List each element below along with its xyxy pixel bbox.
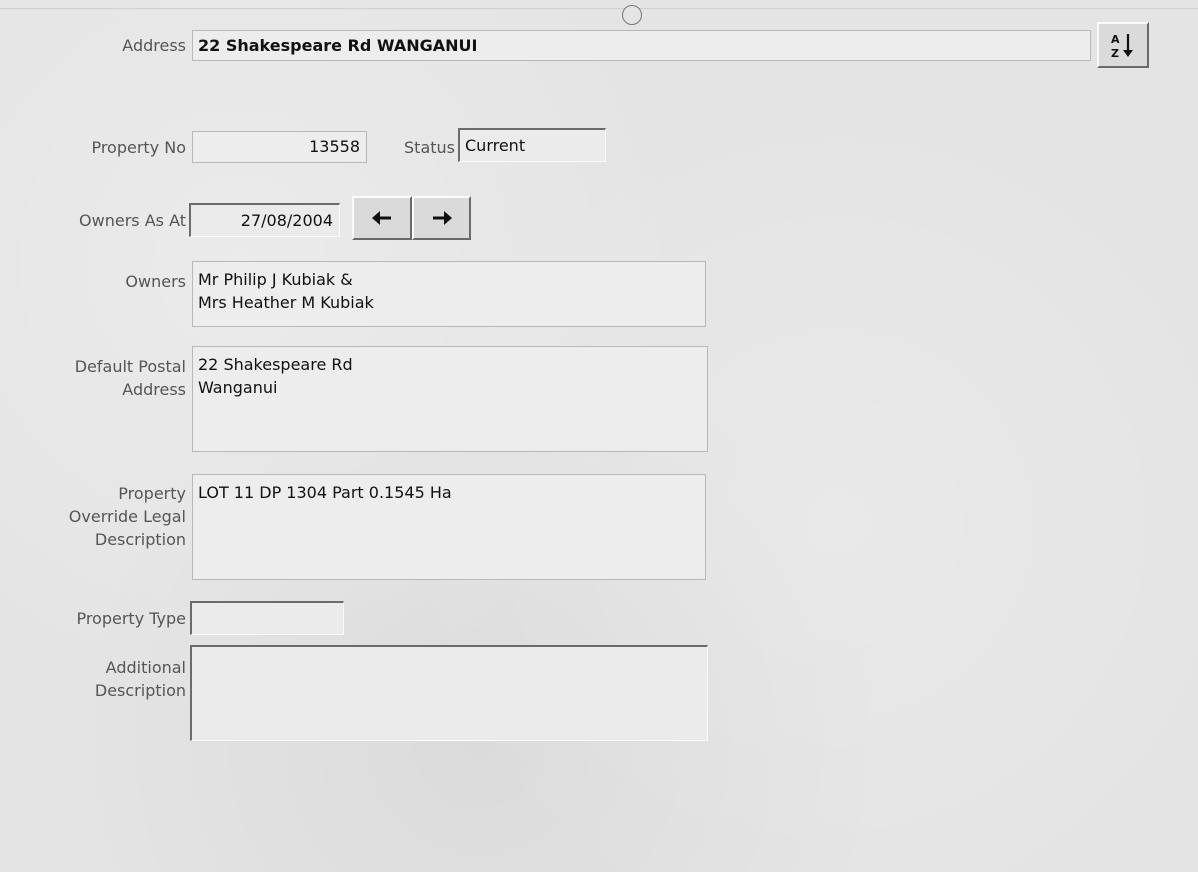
- arrow-right-icon: [432, 211, 452, 225]
- address-field[interactable]: 22 Shakespeare Rd WANGANUI: [192, 30, 1091, 61]
- sort-button[interactable]: A Z: [1097, 22, 1149, 68]
- owners-as-at-label: Owners As At: [79, 211, 186, 230]
- legal-description-label-line3: Description: [94, 530, 186, 549]
- owners-field[interactable]: Mr Philip J Kubiak & Mrs Heather M Kubia…: [192, 261, 706, 327]
- additional-description-label-line1: Additional: [105, 658, 186, 677]
- arrow-left-icon: [372, 211, 391, 225]
- legal-description-label-line2: Override Legal: [68, 507, 186, 526]
- postal-address-field[interactable]: 22 Shakespeare Rd Wanganui: [192, 346, 708, 452]
- status-label: Status: [404, 138, 455, 157]
- legal-description-label: Property Override Legal Description: [20, 482, 186, 551]
- owners-as-at-field[interactable]: 27/08/2004: [189, 203, 340, 237]
- property-type-field[interactable]: [190, 601, 344, 635]
- record-indicator-icon: [622, 5, 642, 25]
- legal-description-label-line1: Property: [118, 484, 186, 503]
- status-field[interactable]: Current: [458, 128, 606, 162]
- additional-description-field[interactable]: [190, 645, 708, 741]
- legal-description-field[interactable]: LOT 11 DP 1304 Part 0.1545 Ha: [192, 474, 706, 580]
- owners-label: Owners: [125, 272, 186, 291]
- postal-address-label: Default Postal Address: [20, 355, 186, 401]
- next-date-button[interactable]: [412, 196, 471, 240]
- sort-az-icon: A Z: [1111, 33, 1133, 60]
- svg-text:Z: Z: [1111, 47, 1119, 60]
- postal-address-label-line1: Default Postal: [74, 357, 186, 376]
- svg-text:A: A: [1111, 33, 1120, 46]
- address-label: Address: [122, 36, 186, 55]
- additional-description-label-line2: Description: [94, 681, 186, 700]
- postal-address-label-line2: Address: [122, 380, 186, 399]
- property-type-label: Property Type: [76, 609, 186, 628]
- property-no-field[interactable]: 13558: [192, 131, 367, 163]
- previous-date-button[interactable]: [352, 196, 412, 240]
- top-divider: [0, 8, 1198, 9]
- additional-description-label: Additional Description: [20, 656, 186, 702]
- property-no-label: Property No: [91, 138, 186, 157]
